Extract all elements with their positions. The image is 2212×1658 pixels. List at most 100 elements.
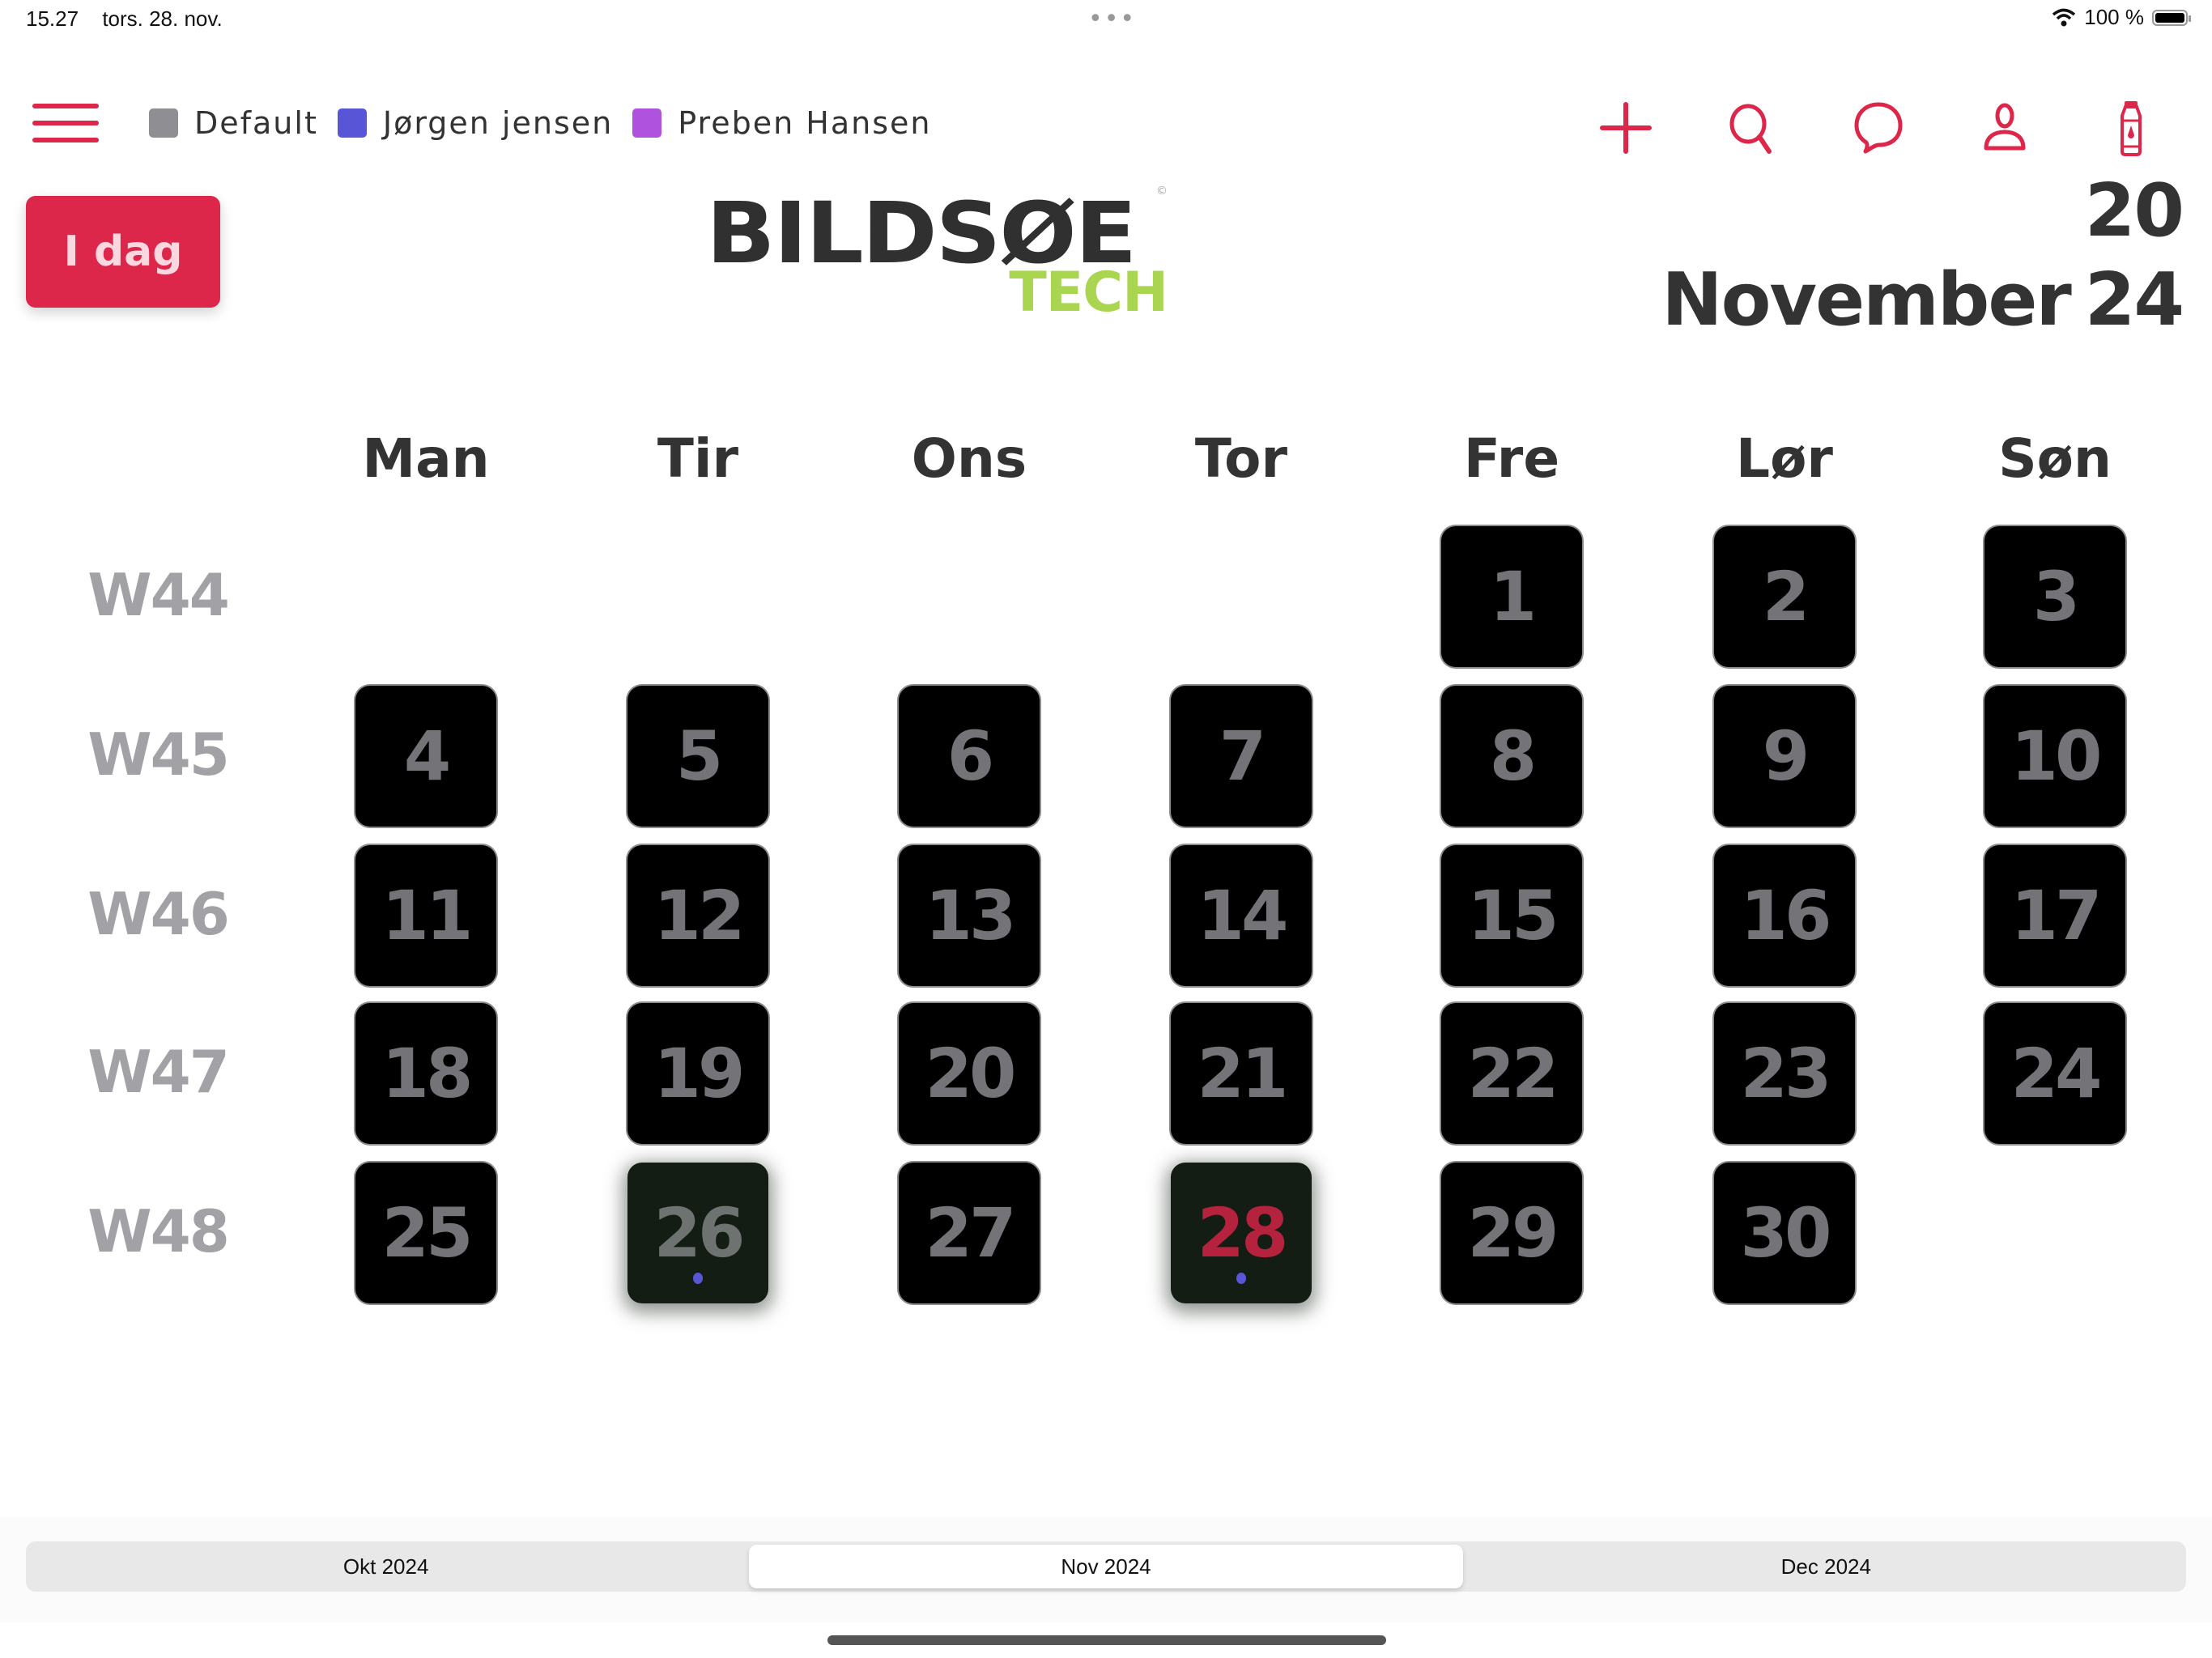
day-cell[interactable]: 15 xyxy=(1441,845,1582,986)
toolbar xyxy=(1563,96,2194,160)
bottle-button[interactable] xyxy=(2068,96,2194,160)
legend-item-default[interactable]: Default xyxy=(149,105,318,141)
day-header: Tor xyxy=(1194,427,1288,490)
day-cell[interactable]: 3 xyxy=(1984,526,2125,667)
day-number: 10 xyxy=(2010,716,2103,796)
event-dot-icon xyxy=(693,1273,703,1284)
bottle-icon xyxy=(2121,101,2142,156)
chat-icon xyxy=(1854,102,1903,154)
status-time: 15.27 xyxy=(26,6,79,31)
status-bar-left: 15.27 tors. 28. nov. xyxy=(26,6,240,32)
legend-label: Preben Hansen xyxy=(678,105,932,141)
day-number: 13 xyxy=(925,876,1017,955)
month-tab-okt-2024[interactable]: Okt 2024 xyxy=(29,1545,742,1588)
multitasking-dots-icon[interactable]: ••• xyxy=(1088,5,1136,33)
profile-button[interactable] xyxy=(1942,96,2068,160)
day-cell[interactable]: 6 xyxy=(899,686,1040,827)
month-switcher: Okt 2024 Nov 2024 Dec 2024 xyxy=(26,1541,2186,1592)
day-cell[interactable]: 21 xyxy=(1171,1003,1312,1144)
day-header: Fre xyxy=(1463,427,1560,490)
day-cell[interactable]: 24 xyxy=(1984,1003,2125,1144)
legend-label: Default xyxy=(194,105,318,141)
day-number: 8 xyxy=(1489,716,1537,796)
day-cell[interactable]: 23 xyxy=(1714,1003,1855,1144)
month-tab-dec-2024[interactable]: Dec 2024 xyxy=(1470,1545,2183,1588)
legend-swatch xyxy=(337,108,367,138)
day-number: 12 xyxy=(653,876,746,955)
hamburger-icon xyxy=(32,104,99,108)
day-number: 5 xyxy=(675,716,723,796)
day-header: Lør xyxy=(1736,427,1833,490)
day-number: 15 xyxy=(1467,876,1559,955)
day-number: 23 xyxy=(1740,1034,1832,1113)
day-number: 1 xyxy=(1489,557,1537,636)
day-cell[interactable]: 20 xyxy=(899,1003,1040,1144)
day-number: 30 xyxy=(1740,1193,1832,1273)
week-label: W48 xyxy=(87,1197,230,1265)
day-cell[interactable]: 2 xyxy=(1714,526,1855,667)
chat-button[interactable] xyxy=(1815,96,1942,160)
month-tab-nov-2024[interactable]: Nov 2024 xyxy=(749,1545,1463,1588)
search-icon xyxy=(1729,104,1772,154)
day-number: 16 xyxy=(1740,876,1832,955)
battery-percent: 100 % xyxy=(2084,5,2144,29)
event-dot-icon xyxy=(1236,1273,1246,1284)
add-button[interactable] xyxy=(1563,96,1689,160)
day-number: 22 xyxy=(1467,1034,1559,1113)
day-header: Tir xyxy=(657,427,739,490)
day-cell[interactable]: 7 xyxy=(1171,686,1312,827)
status-bar-right: 100 % xyxy=(2052,5,2191,30)
day-cell[interactable]: 13 xyxy=(899,845,1040,986)
day-cell[interactable]: 18 xyxy=(355,1003,496,1144)
registered-mark-icon: © xyxy=(1156,185,1168,198)
day-cell[interactable]: 29 xyxy=(1441,1163,1582,1303)
day-number: 7 xyxy=(1219,716,1266,796)
day-cell[interactable]: 16 xyxy=(1714,845,1855,986)
day-number: 18 xyxy=(381,1034,474,1113)
search-button[interactable] xyxy=(1689,96,1815,160)
day-number: 14 xyxy=(1197,876,1289,955)
year-bottom: 24 xyxy=(2084,257,2184,342)
legend-item-preben-hansen[interactable]: Preben Hansen xyxy=(632,105,931,141)
battery-icon xyxy=(2152,9,2191,26)
home-indicator[interactable] xyxy=(827,1635,1386,1645)
day-cell[interactable]: 14 xyxy=(1171,845,1312,986)
day-cell[interactable]: 12 xyxy=(627,845,768,986)
day-number: 6 xyxy=(946,716,994,796)
day-cell[interactable]: 5 xyxy=(627,686,768,827)
day-cell[interactable]: 1 xyxy=(1441,526,1582,667)
day-cell[interactable]: 8 xyxy=(1441,686,1582,827)
logo-sub-text: TECH xyxy=(1009,261,1168,325)
today-button[interactable]: I dag xyxy=(26,196,220,308)
status-date: tors. 28. nov. xyxy=(102,6,223,31)
add-icon xyxy=(1600,102,1652,154)
week-label: W46 xyxy=(87,880,230,948)
day-cell[interactable]: 10 xyxy=(1984,686,2125,827)
day-cell[interactable]: 9 xyxy=(1714,686,1855,827)
day-header: Man xyxy=(362,427,490,490)
day-cell[interactable]: 28 xyxy=(1171,1163,1312,1303)
day-cell[interactable]: 30 xyxy=(1714,1163,1855,1303)
legend-swatch xyxy=(632,108,662,138)
day-number: 25 xyxy=(381,1193,474,1273)
day-cell[interactable]: 11 xyxy=(355,845,496,986)
menu-button[interactable] xyxy=(32,104,99,144)
day-number: 20 xyxy=(925,1034,1017,1113)
day-number: 3 xyxy=(2032,557,2080,636)
day-number: 9 xyxy=(1762,716,1810,796)
day-cell[interactable]: 25 xyxy=(355,1163,496,1303)
month-name: November xyxy=(1661,257,2071,342)
legend-item-jorgen-jensen[interactable]: Jørgen jensen xyxy=(337,105,613,141)
day-cell[interactable]: 4 xyxy=(355,686,496,827)
legend-swatch xyxy=(149,108,178,138)
day-cell[interactable]: 27 xyxy=(899,1163,1040,1303)
day-cell[interactable]: 26 xyxy=(627,1163,768,1303)
day-cell[interactable]: 19 xyxy=(627,1003,768,1144)
day-number: 28 xyxy=(1197,1193,1289,1273)
day-number: 21 xyxy=(1197,1034,1289,1113)
bildsoe-tech-logo: © BILDSØE TECH xyxy=(706,185,1168,325)
day-number: 4 xyxy=(403,716,451,796)
day-cell[interactable]: 22 xyxy=(1441,1003,1582,1144)
day-cell[interactable]: 17 xyxy=(1984,845,2125,986)
week-label: W44 xyxy=(87,561,230,629)
